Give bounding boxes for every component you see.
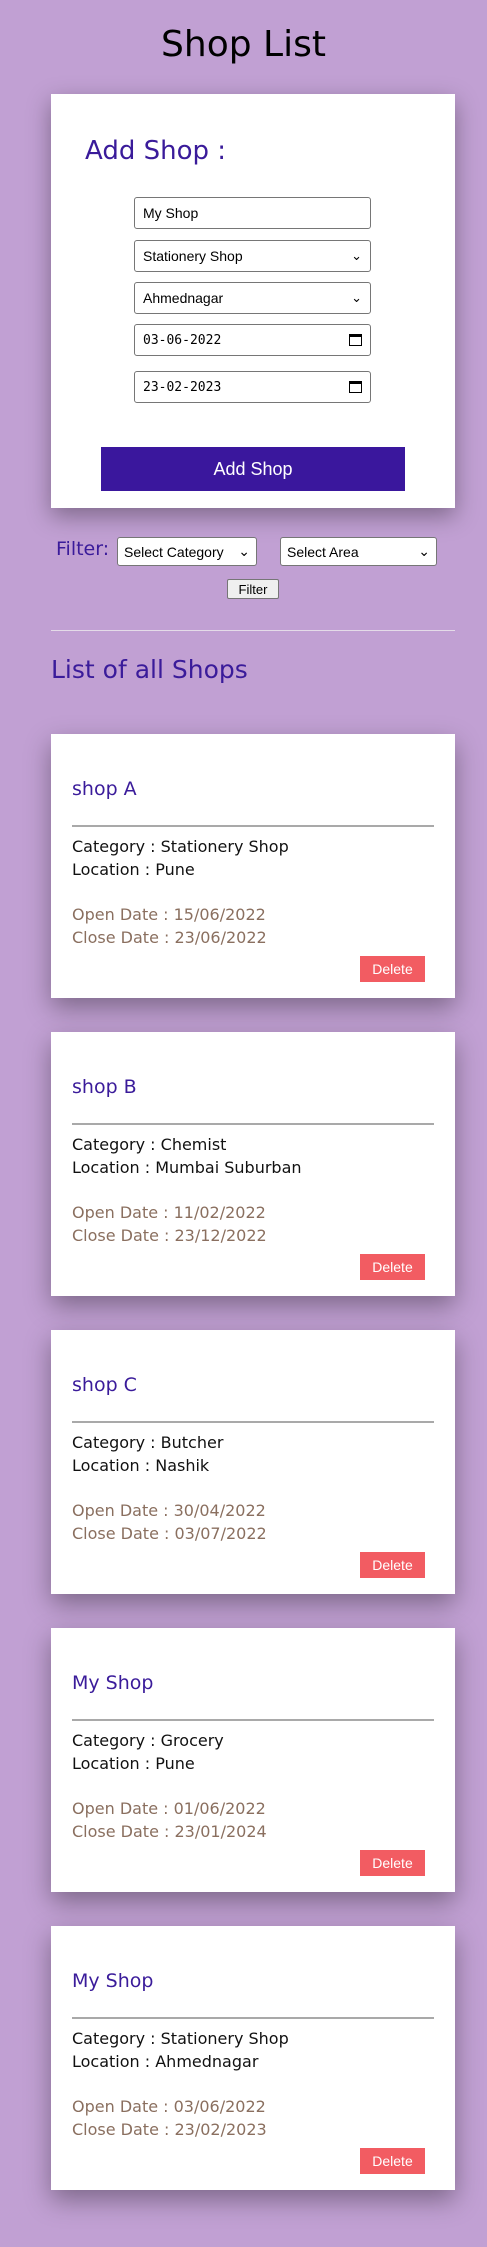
shop-divider	[72, 1123, 434, 1125]
area-select-value: Ahmednagar	[143, 290, 224, 306]
shop-card: shop C Category : Butcher Location : Nas…	[51, 1330, 455, 1594]
filter-label: Filter:	[56, 538, 110, 560]
shop-open-date: Open Date : 30/04/2022	[72, 1501, 266, 1520]
filter-category-value: Select Category	[124, 543, 224, 560]
category-select[interactable]: Stationery Shop ⌄	[134, 240, 371, 272]
delete-button[interactable]: Delete	[360, 1254, 425, 1280]
shop-name-value: My Shop	[143, 205, 199, 221]
category-select-value: Stationery Shop	[143, 248, 243, 264]
shop-open-date: Open Date : 11/02/2022	[72, 1203, 266, 1222]
shop-open-date: Open Date : 15/06/2022	[72, 905, 266, 924]
shop-list-title: List of all Shops	[51, 655, 248, 684]
add-shop-card: Add Shop : My Shop Stationery Shop ⌄ Ahm…	[51, 94, 455, 508]
shop-name: shop A	[72, 778, 137, 800]
add-shop-button[interactable]: Add Shop	[101, 447, 405, 491]
shop-location: Location : Mumbai Suburban	[72, 1158, 302, 1177]
shop-name: My Shop	[72, 1672, 154, 1694]
shop-open-date: Open Date : 03/06/2022	[72, 2097, 266, 2116]
shop-location: Location : Nashik	[72, 1456, 210, 1475]
shop-location: Location : Ahmednagar	[72, 2052, 259, 2071]
chevron-down-icon: ⌄	[418, 543, 430, 559]
delete-button[interactable]: Delete	[360, 2148, 425, 2174]
add-shop-title: Add Shop :	[85, 136, 227, 166]
shop-location: Location : Pune	[72, 860, 195, 879]
shop-location: Location : Pune	[72, 1754, 195, 1773]
shop-divider	[72, 825, 434, 827]
shop-close-date: Close Date : 23/02/2023	[72, 2120, 267, 2139]
shop-card: My Shop Category : Stationery Shop Locat…	[51, 1926, 455, 2190]
delete-button[interactable]: Delete	[360, 1552, 425, 1578]
chevron-down-icon: ⌄	[351, 248, 362, 263]
shop-open-date: Open Date : 01/06/2022	[72, 1799, 266, 1818]
section-divider	[51, 630, 455, 631]
shop-card: shop A Category : Stationery Shop Locati…	[51, 734, 455, 998]
filter-area-select[interactable]: Select Area ⌄	[280, 537, 437, 566]
area-select[interactable]: Ahmednagar ⌄	[134, 282, 371, 314]
shop-divider	[72, 1719, 434, 1721]
delete-button[interactable]: Delete	[360, 956, 425, 982]
shop-name: shop B	[72, 1076, 137, 1098]
shop-category: Category : Chemist	[72, 1135, 227, 1154]
shop-divider	[72, 2017, 434, 2019]
shop-close-date: Close Date : 23/12/2022	[72, 1226, 267, 1245]
delete-button[interactable]: Delete	[360, 1850, 425, 1876]
close-date-input[interactable]: 23-02-2023	[134, 371, 371, 403]
shop-category: Category : Stationery Shop	[72, 837, 289, 856]
shop-close-date: Close Date : 23/06/2022	[72, 928, 267, 947]
shop-category: Category : Stationery Shop	[72, 2029, 289, 2048]
shop-card: shop B Category : Chemist Location : Mum…	[51, 1032, 455, 1296]
shop-divider	[72, 1421, 434, 1423]
shop-close-date: Close Date : 03/07/2022	[72, 1524, 267, 1543]
calendar-icon[interactable]	[349, 334, 362, 346]
shop-card: My Shop Category : Grocery Location : Pu…	[51, 1628, 455, 1892]
shop-name: My Shop	[72, 1970, 154, 1992]
chevron-down-icon: ⌄	[238, 543, 250, 559]
shop-name-input[interactable]: My Shop	[134, 197, 371, 229]
shop-category: Category : Butcher	[72, 1433, 224, 1452]
open-date-input[interactable]: 03-06-2022	[134, 324, 371, 356]
filter-button[interactable]: Filter	[227, 579, 279, 599]
shop-name: shop C	[72, 1374, 137, 1396]
close-date-value: 23-02-2023	[143, 379, 222, 395]
shop-close-date: Close Date : 23/01/2024	[72, 1822, 267, 1841]
open-date-value: 03-06-2022	[143, 332, 222, 348]
chevron-down-icon: ⌄	[351, 290, 362, 305]
shop-category: Category : Grocery	[72, 1731, 224, 1750]
page-title: Shop List	[161, 24, 326, 65]
calendar-icon[interactable]	[349, 381, 362, 393]
filter-area-value: Select Area	[287, 543, 359, 560]
filter-category-select[interactable]: Select Category ⌄	[117, 537, 257, 566]
